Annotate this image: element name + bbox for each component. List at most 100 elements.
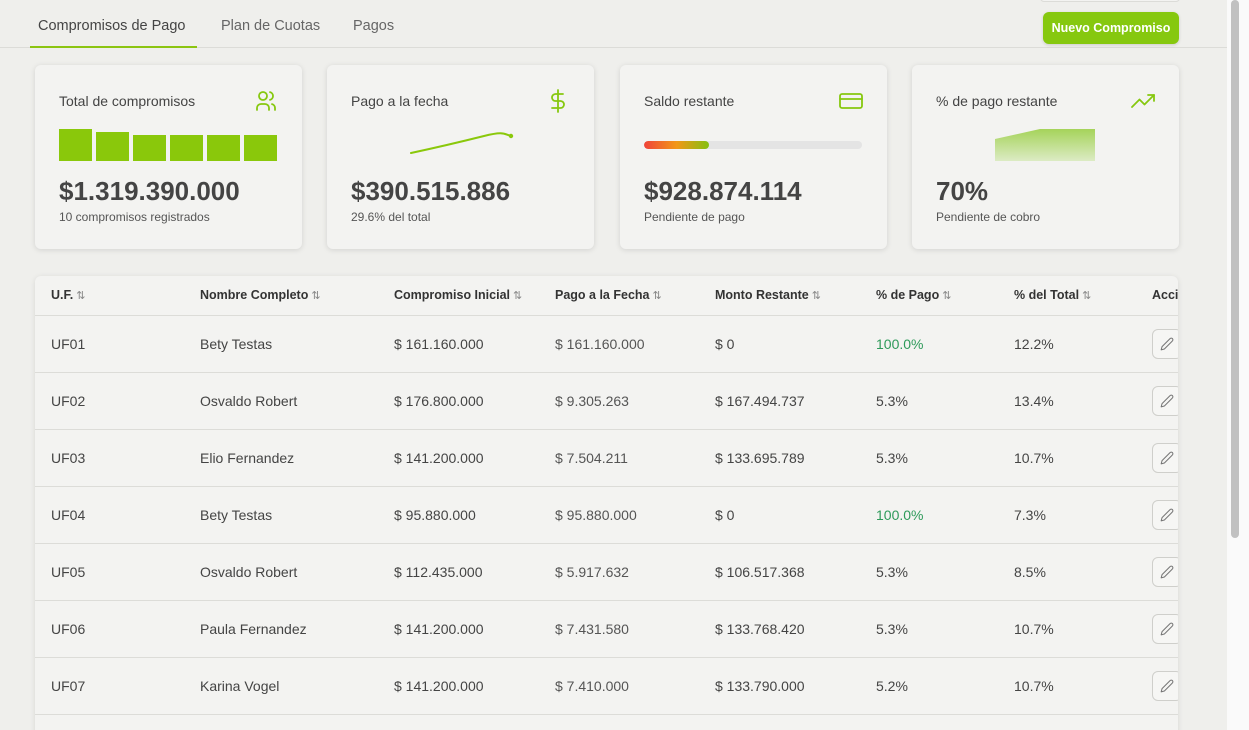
table-row[interactable]: UF05 Osvaldo Robert $ 112.435.000 $ 5.917.6… xyxy=(35,544,1178,601)
balance-progress-bar xyxy=(644,141,862,149)
edit-button[interactable] xyxy=(1152,386,1178,416)
card-value: 70% xyxy=(936,176,989,206)
sort-icon[interactable]: ⇅ xyxy=(513,290,522,302)
cell-total-percent: 8.5% xyxy=(1014,564,1046,580)
cell-initial: $ 161.160.000 xyxy=(394,336,484,352)
card-paid-to-date: Pago a la fecha $390.515.886 29.6% del t… xyxy=(327,65,594,249)
tab-plan-de-cuotas[interactable]: Plan de Cuotas xyxy=(221,18,320,34)
cell-uf: UF05 xyxy=(51,564,86,580)
card-subtitle: 29.6% del total xyxy=(351,210,431,224)
card-value: $928.874.114 xyxy=(644,176,802,206)
card-value: $390.515.886 xyxy=(351,176,511,206)
cell-paid: $ 9.305.263 xyxy=(555,393,629,409)
card-label: Saldo restante xyxy=(644,93,735,109)
credit-card-icon xyxy=(839,93,863,109)
cell-remaining: $ 133.768.420 xyxy=(715,621,805,637)
mini-bar xyxy=(59,129,92,161)
tab-pagos[interactable]: Pagos xyxy=(353,18,394,34)
table-row[interactable]: UF04 Bety Testas $ 95.880.000 $ 95.880.000 $… xyxy=(35,487,1178,544)
cell-payment-percent: 5.3% xyxy=(876,621,908,637)
mini-bar xyxy=(244,135,277,161)
cell-uf: UF02 xyxy=(51,393,86,409)
edit-button[interactable] xyxy=(1152,614,1178,644)
cell-name: Bety Testas xyxy=(200,336,273,352)
cell-name: Bety Testas xyxy=(200,507,273,523)
card-label: % de pago restante xyxy=(936,93,1058,109)
cell-total-percent: 10.7% xyxy=(1014,621,1054,637)
page-scrollbar[interactable] xyxy=(1227,0,1249,730)
table-row[interactable]: UF01 Bety Testas $ 161.160.000 $ 161.160.00… xyxy=(35,316,1178,373)
cell-total-percent: 13.4% xyxy=(1014,393,1054,409)
cell-uf: UF04 xyxy=(51,507,86,523)
cell-payment-percent: 100.0% xyxy=(876,507,924,523)
table-row[interactable]: UF03 Elio Fernandez $ 141.200.000 $ 7.504.2… xyxy=(35,430,1178,487)
sort-icon[interactable]: ⇅ xyxy=(942,290,951,302)
edit-button[interactable] xyxy=(1152,557,1178,587)
remaining-area-sparkline xyxy=(995,129,1095,161)
table-row[interactable]: UF02 Osvaldo Robert $ 176.800.000 $ 9.305.2… xyxy=(35,373,1178,430)
table-row[interactable]: UF07 Karina Vogel $ 141.200.000 $ 7.410.000… xyxy=(35,658,1178,715)
sort-icon[interactable]: ⇅ xyxy=(652,290,661,302)
payment-trend-sparkline xyxy=(410,132,514,154)
scrollbar-thumb[interactable] xyxy=(1231,0,1239,538)
table-row[interactable]: UF06 Paula Fernandez $ 141.200.000 $ 7.431.… xyxy=(35,601,1178,658)
cell-paid: $ 161.160.000 xyxy=(555,336,645,352)
card-value: $1.319.390.000 xyxy=(59,176,240,206)
cell-uf: UF01 xyxy=(51,336,86,352)
cell-paid: $ 7.504.211 xyxy=(555,450,628,466)
cell-payment-percent: 5.3% xyxy=(876,393,908,409)
tab-compromisos-de-pago[interactable]: Compromisos de Pago xyxy=(38,18,186,34)
column-header-initial[interactable]: Compromiso Inicial ⇅ xyxy=(394,288,522,302)
balance-progress-fill xyxy=(644,141,709,149)
column-header-payment-percent[interactable]: % de Pago ⇅ xyxy=(876,288,951,302)
cell-total-percent: 7.3% xyxy=(1014,507,1046,523)
dollar-icon xyxy=(551,89,565,113)
edit-button[interactable] xyxy=(1152,500,1178,530)
new-commitment-button[interactable]: Nuevo Compromiso xyxy=(1043,12,1179,44)
column-header-uf[interactable]: U.F. ⇅ xyxy=(51,288,85,302)
commitments-table: U.F. ⇅ Nombre Completo ⇅ Compromiso Inicia… xyxy=(35,276,1178,730)
column-header-total-percent[interactable]: % del Total ⇅ xyxy=(1014,288,1091,302)
top-search-box-edge[interactable] xyxy=(1040,0,1180,2)
edit-button[interactable] xyxy=(1152,329,1178,359)
edit-button[interactable] xyxy=(1152,443,1178,473)
cell-total-percent: 12.2% xyxy=(1014,336,1054,352)
cell-name: Osvaldo Robert xyxy=(200,564,298,580)
trending-up-icon xyxy=(1131,94,1155,108)
column-header-remaining[interactable]: Monto Restante ⇅ xyxy=(715,288,821,302)
mini-bar xyxy=(207,135,240,161)
cell-total-percent: 10.7% xyxy=(1014,678,1054,694)
cell-paid: $ 7.410.000 xyxy=(555,678,629,694)
column-header-paid[interactable]: Pago a la Fecha ⇅ xyxy=(555,288,662,302)
cell-initial: $ 95.880.000 xyxy=(394,507,476,523)
card-subtitle: 10 compromisos registrados xyxy=(59,210,210,224)
cell-paid: $ 95.880.000 xyxy=(555,507,637,523)
top-navigation: Compromisos de Pago Plan de Cuotas Pagos… xyxy=(0,0,1227,48)
cell-remaining: $ 0 xyxy=(715,336,735,352)
cell-remaining: $ 106.517.368 xyxy=(715,564,805,580)
cell-initial: $ 141.200.000 xyxy=(394,621,484,637)
card-total-commitments: Total de compromisos $1.319.390.000 10 c… xyxy=(35,65,302,249)
edit-button[interactable] xyxy=(1152,671,1178,701)
table-header: U.F. ⇅ Nombre Completo ⇅ Compromiso Inicia… xyxy=(35,276,1178,316)
sort-icon[interactable]: ⇅ xyxy=(1082,290,1091,302)
sort-icon[interactable]: ⇅ xyxy=(76,290,85,302)
cell-name: Paula Fernandez xyxy=(200,621,307,637)
cell-name: Karina Vogel xyxy=(200,678,280,694)
pencil-icon xyxy=(1160,679,1174,693)
sort-icon[interactable]: ⇅ xyxy=(812,290,821,302)
pencil-icon xyxy=(1160,508,1174,522)
card-subtitle: Pendiente de pago xyxy=(644,210,745,224)
card-subtitle: Pendiente de cobro xyxy=(936,210,1041,224)
cell-initial: $ 112.435.000 xyxy=(394,564,483,580)
pencil-icon xyxy=(1160,337,1174,351)
cell-payment-percent: 100.0% xyxy=(876,336,924,352)
cell-payment-percent: 5.3% xyxy=(876,564,908,580)
cell-name: Elio Fernandez xyxy=(200,450,295,466)
cell-payment-percent: 5.3% xyxy=(876,450,908,466)
column-header-name[interactable]: Nombre Completo ⇅ xyxy=(200,288,321,302)
cell-remaining: $ 0 xyxy=(715,507,735,523)
sort-icon[interactable]: ⇅ xyxy=(311,290,320,302)
cell-paid: $ 5.917.632 xyxy=(555,564,629,580)
card-label: Total de compromisos xyxy=(59,93,196,109)
